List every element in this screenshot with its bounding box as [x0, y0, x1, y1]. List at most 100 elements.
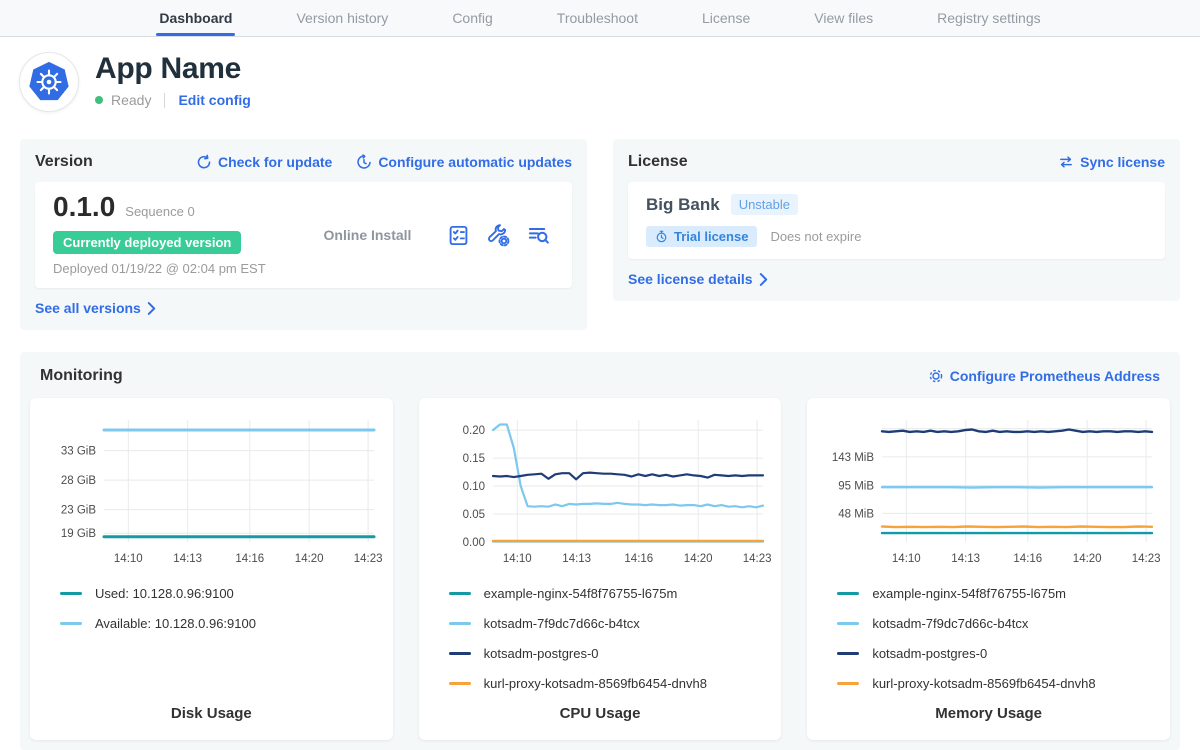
cpu-usage-chart-card: 14:1014:1314:1614:2014:230.200.150.100.0…	[419, 398, 782, 740]
tab-version-history[interactable]: Version history	[293, 0, 391, 36]
license-card-header: License Sync license	[628, 152, 1165, 172]
legend-label: kurl-proxy-kotsadm-8569fb6454-dnvh8	[484, 676, 707, 691]
current-version-box: 0.1.0 Sequence 0 Currently deployed vers…	[35, 182, 572, 288]
legend-label: Available: 10.128.0.96:9100	[95, 616, 256, 631]
svg-text:14:16: 14:16	[624, 553, 653, 565]
svg-text:14:20: 14:20	[1072, 553, 1101, 565]
refresh-icon	[196, 154, 212, 170]
memory-usage-legend: example-nginx-54f8f76755-l675m kotsadm-7f…	[807, 568, 1170, 691]
top-nav: Dashboard Version history Config Troublesho…	[0, 0, 1200, 37]
gear-icon	[928, 368, 944, 384]
deploy-logs-icon[interactable]	[527, 224, 550, 247]
install-type-label: Online Install	[288, 227, 447, 243]
legend-label: kotsadm-7f9dc7d66c-b4tcx	[484, 616, 640, 631]
cards-row: Version Check for update	[20, 139, 1180, 330]
config-wrench-icon[interactable]	[487, 224, 510, 247]
see-all-versions-link[interactable]: See all versions	[35, 300, 156, 316]
nav-tabs: Dashboard Version history Config Troublesho…	[156, 0, 1043, 36]
legend-label: Used: 10.128.0.96:9100	[95, 586, 234, 601]
edit-config-link[interactable]: Edit config	[178, 92, 250, 108]
app-status-row: Ready Edit config	[95, 92, 251, 108]
see-license-details-label: See license details	[628, 271, 753, 287]
cpu-usage-legend: example-nginx-54f8f76755-l675m kotsadm-7f…	[419, 568, 782, 691]
divider	[164, 93, 165, 108]
configure-prometheus-button[interactable]: Configure Prometheus Address	[928, 368, 1160, 384]
legend-color-dash	[837, 592, 859, 595]
svg-text:14:13: 14:13	[174, 553, 203, 565]
configure-automatic-updates-label: Configure automatic updates	[378, 154, 572, 170]
legend-item: kurl-proxy-kotsadm-8569fb6454-dnvh8	[449, 676, 782, 691]
svg-text:14:20: 14:20	[295, 553, 324, 565]
configure-automatic-updates-button[interactable]: Configure automatic updates	[356, 154, 572, 170]
legend-color-dash	[449, 592, 471, 595]
svg-text:0.15: 0.15	[463, 453, 485, 465]
deployed-timestamp: Deployed 01/19/22 @ 02:04 pm EST	[53, 261, 288, 276]
svg-text:14:23: 14:23	[743, 553, 771, 565]
version-card-header: Version Check for update	[35, 152, 572, 172]
sync-icon	[1058, 154, 1074, 170]
legend-label: kotsadm-postgres-0	[872, 646, 987, 661]
see-license-details-link[interactable]: See license details	[628, 271, 768, 287]
version-card-title: Version	[35, 153, 93, 171]
monitoring-title: Monitoring	[40, 367, 123, 385]
charts-row: 14:1014:1314:1614:2014:2333 GiB28 GiB23 …	[30, 398, 1170, 740]
svg-text:14:23: 14:23	[354, 553, 382, 565]
svg-text:14:13: 14:13	[951, 553, 980, 565]
disk-usage-chart-card: 14:1014:1314:1614:2014:2333 GiB28 GiB23 …	[30, 398, 393, 740]
legend-color-dash	[60, 592, 82, 595]
license-meta-row: Trial license Does not expire	[646, 226, 1147, 247]
svg-text:14:23: 14:23	[1131, 553, 1159, 565]
currently-deployed-badge: Currently deployed version	[53, 231, 241, 254]
disk-usage-legend: Used: 10.128.0.96:9100 Available: 10.128.…	[30, 568, 393, 631]
kubernetes-logo-icon	[26, 59, 72, 105]
status-text: Ready	[111, 92, 151, 108]
license-expiry: Does not expire	[770, 229, 861, 244]
svg-text:14:10: 14:10	[503, 553, 532, 565]
sync-license-button[interactable]: Sync license	[1058, 154, 1165, 170]
legend-label: kurl-proxy-kotsadm-8569fb6454-dnvh8	[872, 676, 1095, 691]
tab-troubleshoot[interactable]: Troubleshoot	[554, 0, 641, 36]
license-card-title: License	[628, 153, 688, 171]
status-dot-icon	[95, 96, 103, 104]
svg-text:33 GiB: 33 GiB	[61, 446, 96, 458]
svg-text:14:10: 14:10	[114, 553, 143, 565]
tab-view-files[interactable]: View files	[811, 0, 876, 36]
tab-license[interactable]: License	[699, 0, 753, 36]
legend-label: kotsadm-7f9dc7d66c-b4tcx	[872, 616, 1028, 631]
trial-license-label: Trial license	[674, 229, 748, 244]
license-card: License Sync license Big Bank Unstable	[613, 139, 1180, 301]
channel-badge: Unstable	[731, 194, 798, 215]
preflight-checklist-icon[interactable]	[447, 224, 470, 247]
monitoring-header: Monitoring Configure Prometheus Address	[30, 364, 1170, 388]
legend-label: kotsadm-postgres-0	[484, 646, 599, 661]
legend-color-dash	[837, 682, 859, 685]
memory-usage-chart-card: 14:1014:1314:1614:2014:23143 MiB95 MiB48…	[807, 398, 1170, 740]
legend-color-dash	[60, 622, 82, 625]
legend-item: example-nginx-54f8f76755-l675m	[837, 586, 1170, 601]
legend-label: example-nginx-54f8f76755-l675m	[484, 586, 678, 601]
trial-license-badge: Trial license	[646, 226, 757, 247]
app-header: App Name Ready Edit config	[20, 53, 1180, 111]
svg-text:28 GiB: 28 GiB	[61, 475, 96, 487]
version-sequence: Sequence 0	[125, 199, 194, 225]
chevron-right-icon	[147, 302, 156, 315]
tab-registry-settings[interactable]: Registry settings	[934, 0, 1043, 36]
legend-color-dash	[837, 652, 859, 655]
cpu-usage-chart-title: CPU Usage	[419, 705, 782, 722]
cpu-usage-chart: 14:1014:1314:1614:2014:230.200.150.100.0…	[429, 410, 771, 568]
legend-color-dash	[449, 682, 471, 685]
chevron-right-icon	[759, 273, 768, 286]
tab-dashboard[interactable]: Dashboard	[156, 0, 235, 36]
license-name-row: Big Bank Unstable	[646, 194, 1147, 215]
check-for-update-label: Check for update	[218, 154, 332, 170]
tab-config[interactable]: Config	[449, 0, 495, 36]
memory-usage-chart-title: Memory Usage	[807, 705, 1170, 722]
version-number: 0.1.0	[53, 194, 115, 220]
svg-text:0.20: 0.20	[463, 425, 485, 437]
legend-label: example-nginx-54f8f76755-l675m	[872, 586, 1066, 601]
app-icon	[20, 53, 78, 111]
legend-item: kotsadm-postgres-0	[837, 646, 1170, 661]
check-for-update-button[interactable]: Check for update	[196, 154, 332, 170]
legend-item: kotsadm-postgres-0	[449, 646, 782, 661]
svg-text:0.05: 0.05	[463, 509, 485, 521]
